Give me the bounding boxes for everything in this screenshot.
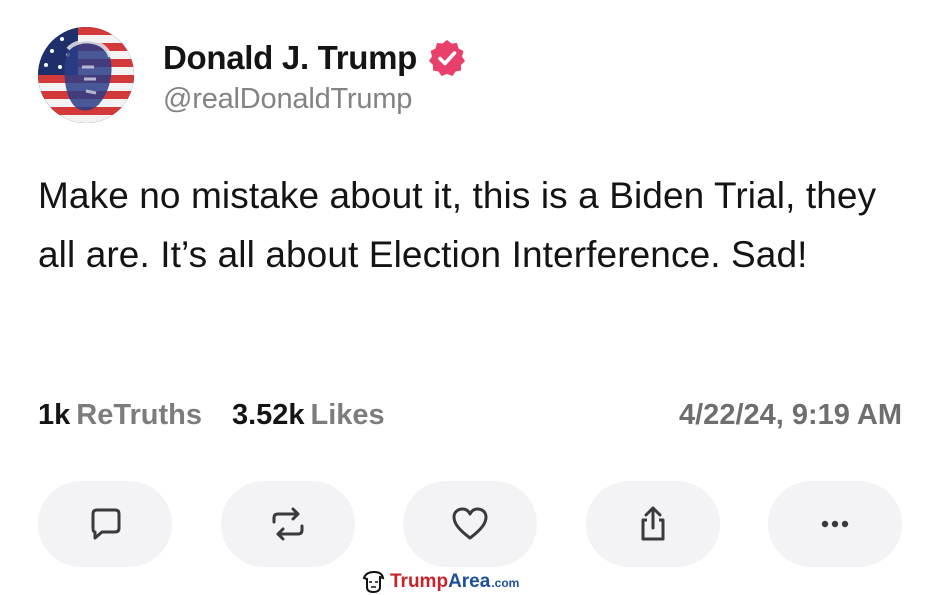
watermark-text-red: Trump: [390, 571, 449, 592]
author-names: Donald J. Trump @realDonaldTrump: [163, 35, 467, 116]
handle[interactable]: @realDonaldTrump: [163, 83, 467, 116]
post-stats: 1k ReTruths 3.52k Likes 4/22/24, 9:19 AM: [38, 395, 902, 435]
likes-stat[interactable]: 3.52k Likes: [232, 399, 385, 432]
share-button[interactable]: [585, 481, 720, 567]
truth-social-post: Donald J. Trump @realDonaldTrump Make no…: [0, 0, 940, 595]
repost-icon: [272, 507, 303, 541]
more-button[interactable]: [768, 481, 902, 567]
more-dots-icon: [821, 520, 849, 528]
likes-count: 3.52k: [231, 398, 305, 431]
comment-icon: [91, 508, 121, 540]
trump-face-logo-icon: [362, 570, 385, 594]
retruth-button[interactable]: [220, 481, 355, 567]
verified-badge-icon: [429, 39, 466, 76]
retruths-label: ReTruths: [76, 398, 202, 431]
action-bar: [38, 481, 902, 567]
display-name-row: Donald J. Trump: [163, 35, 467, 81]
watermark-text-domain: .com: [491, 576, 520, 590]
post-body-text: Make no mistake about it, this is a Bide…: [38, 175, 877, 275]
post-header: Donald J. Trump @realDonaldTrump: [38, 27, 467, 123]
likes-label: Likes: [310, 398, 385, 431]
reply-button[interactable]: [38, 481, 172, 567]
retruths-stat[interactable]: 1k ReTruths: [38, 399, 202, 432]
retruths-count: 1k: [38, 398, 71, 431]
post-timestamp: 4/22/24, 9:19 AM: [679, 398, 902, 431]
avatar-image: [38, 27, 134, 123]
watermark-text-blue: Area: [448, 571, 491, 592]
watermark: Trump Area .com: [360, 568, 519, 595]
like-button[interactable]: [403, 481, 537, 567]
share-icon: [641, 506, 664, 541]
avatar[interactable]: [38, 27, 134, 123]
heart-icon: [452, 507, 488, 540]
display-name[interactable]: Donald J. Trump: [163, 39, 417, 77]
